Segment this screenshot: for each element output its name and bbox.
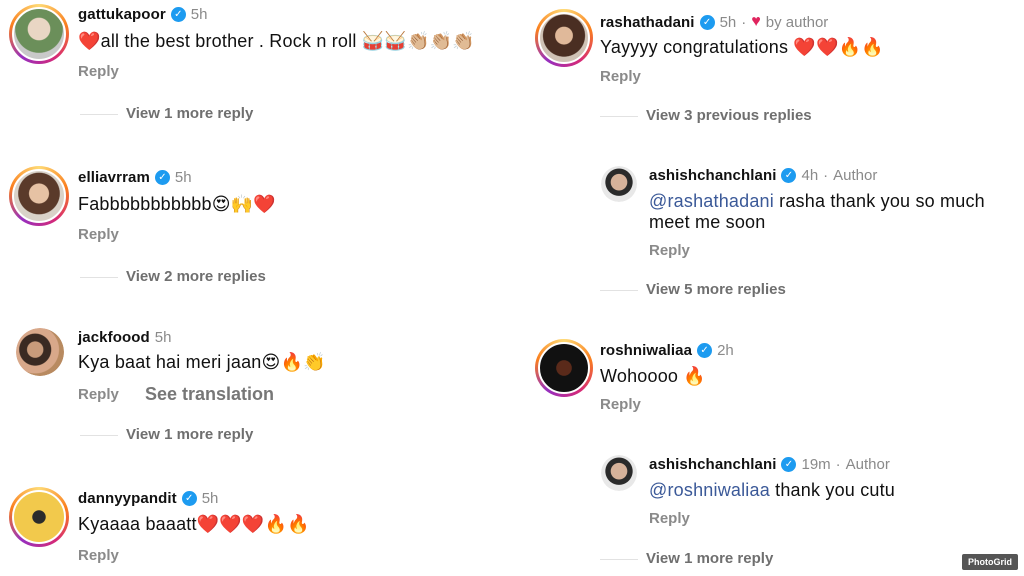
mention-link[interactable]: @roshniwaliaa xyxy=(649,480,770,500)
separator-dot: · xyxy=(835,456,841,473)
view-more-replies-button[interactable]: View 1 more reply xyxy=(126,105,253,122)
reply-button[interactable]: Reply xyxy=(78,226,119,243)
mention-link[interactable]: @rashathadani xyxy=(649,191,774,211)
username[interactable]: roshniwaliaa xyxy=(600,342,692,359)
reply-button[interactable]: Reply xyxy=(78,547,119,564)
comment-text: Fabbbbbbbbbbb😍🙌❤️ xyxy=(78,194,276,214)
view-more-replies-button[interactable]: View 2 more replies xyxy=(126,268,266,285)
photogrid-watermark: PhotoGrid xyxy=(962,554,1018,570)
avatar-gattukapoor[interactable] xyxy=(9,4,69,64)
reply-text: @rashathadani rasha thank you so much xyxy=(649,191,985,212)
verified-badge-icon: ✓ xyxy=(154,170,170,185)
timestamp: 5h xyxy=(154,329,172,346)
verified-badge-icon: ✓ xyxy=(781,457,797,472)
reply-text-body: thank you cutu xyxy=(769,480,896,500)
reply-button[interactable]: Reply xyxy=(78,386,119,403)
separator-dot: · xyxy=(741,13,747,31)
reply-button[interactable]: Reply xyxy=(600,68,641,85)
comment-text: Wohoooo 🔥 xyxy=(600,366,706,386)
divider-line xyxy=(600,290,638,291)
reply-text: @roshniwaliaa thank you cutu xyxy=(649,480,895,501)
timestamp: 5h xyxy=(201,490,219,507)
reply-button[interactable]: Reply xyxy=(600,396,641,413)
timestamp: 5h xyxy=(190,6,208,23)
timestamp: 2h xyxy=(717,342,734,359)
reply-button[interactable]: Reply xyxy=(649,510,690,527)
comment-header: elliavrram ✓ 5h xyxy=(78,169,192,186)
reply-header: ashishchanchlani ✓ 19m · Author xyxy=(649,456,890,473)
avatar-ashishchanchlani[interactable] xyxy=(601,166,637,202)
divider-line xyxy=(80,277,118,278)
comment-header: gattukapoor ✓ 5h xyxy=(78,6,207,23)
divider-line xyxy=(80,435,118,436)
avatar-elliavrram[interactable] xyxy=(9,166,69,226)
divider-line xyxy=(80,114,118,115)
avatar-ashishchanchlani[interactable] xyxy=(601,455,637,491)
comment-header: dannyypandit ✓ 5h xyxy=(78,490,218,507)
username[interactable]: gattukapoor xyxy=(78,6,166,23)
author-label: Author xyxy=(845,456,890,473)
verified-badge-icon: ✓ xyxy=(181,491,197,506)
verified-badge-icon: ✓ xyxy=(781,168,797,183)
timestamp: 5h xyxy=(719,13,737,31)
avatar-rashathadani[interactable] xyxy=(535,9,593,67)
view-previous-replies-button[interactable]: View 3 previous replies xyxy=(646,107,812,124)
timestamp: 19m xyxy=(801,456,831,473)
reply-text-body: rasha thank you so much xyxy=(773,191,985,211)
comment-text: Kya baat hai meri jaan😍🔥👏 xyxy=(78,352,326,372)
reply-header: ashishchanchlani ✓ 4h · Author xyxy=(649,167,877,184)
reply-button[interactable]: Reply xyxy=(78,63,119,80)
separator-dot: · xyxy=(823,167,829,184)
liked-by-author-label: by author xyxy=(765,13,829,31)
comment-text: Yayyyy congratulations ❤️❤️🔥🔥 xyxy=(600,37,884,57)
comment-header: rashathadani ✓ 5h · ♥ by author xyxy=(600,13,828,31)
divider-line xyxy=(600,116,638,117)
reply-button[interactable]: Reply xyxy=(649,242,690,259)
divider-line xyxy=(600,559,638,560)
verified-badge-icon: ✓ xyxy=(699,14,715,30)
comment-header: jackfoood 5h xyxy=(78,329,171,346)
username[interactable]: elliavrram xyxy=(78,169,150,186)
username[interactable]: dannyypandit xyxy=(78,490,177,507)
view-more-replies-button[interactable]: View 1 more reply xyxy=(126,426,253,443)
reply-text-line2: meet me soon xyxy=(649,212,766,232)
comment-text: Kyaaaa baaatt❤️❤️❤️🔥🔥 xyxy=(78,514,310,534)
username[interactable]: ashishchanchlani xyxy=(649,167,776,184)
verified-badge-icon: ✓ xyxy=(170,7,186,22)
timestamp: 4h xyxy=(801,167,819,184)
author-label: Author xyxy=(833,167,878,184)
username[interactable]: rashathadani xyxy=(600,14,695,31)
comment-header: roshniwaliaa ✓ 2h xyxy=(600,342,734,359)
heart-icon: ♥ xyxy=(751,13,761,30)
avatar-jackfoood[interactable] xyxy=(16,328,64,376)
avatar-roshniwaliaa[interactable] xyxy=(535,339,593,397)
verified-badge-icon: ✓ xyxy=(697,343,713,358)
username[interactable]: ashishchanchlani xyxy=(649,456,776,473)
avatar-dannyypandit[interactable] xyxy=(9,487,69,547)
comment-text: ❤️all the best brother . Rock n roll 🥁🥁👏… xyxy=(78,31,475,51)
view-more-replies-button[interactable]: View 5 more replies xyxy=(646,281,786,298)
see-translation-button[interactable]: See translation xyxy=(145,384,274,405)
username[interactable]: jackfoood xyxy=(78,329,150,346)
timestamp: 5h xyxy=(174,169,192,186)
view-more-replies-button[interactable]: View 1 more reply xyxy=(646,550,773,567)
